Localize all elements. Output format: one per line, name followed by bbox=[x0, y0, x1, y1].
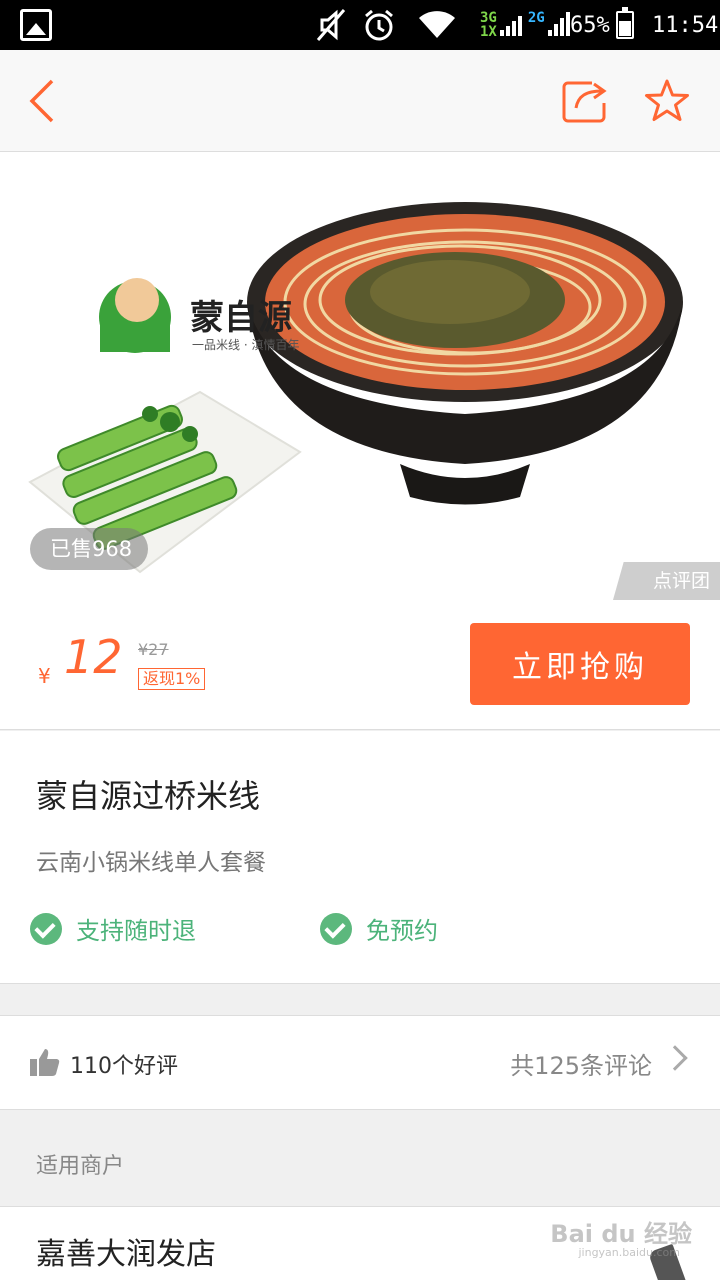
back-button[interactable] bbox=[18, 76, 68, 126]
brand-slogan: 一品米线 · 滇情百年 bbox=[192, 338, 300, 352]
nav-bar bbox=[0, 50, 720, 152]
battery-icon bbox=[615, 7, 634, 39]
battery-percent: 65% bbox=[570, 12, 610, 38]
feature-label: 支持随时退 bbox=[76, 917, 196, 945]
baidu-jingyan-url: jingyan.baidu.com bbox=[578, 1246, 680, 1259]
battery-indicator: 65% bbox=[570, 0, 634, 50]
sold-count-badge: 已售968 bbox=[30, 528, 149, 570]
check-circle-icon bbox=[320, 912, 352, 945]
product-subtitle: 云南小锅米线单人套餐 bbox=[36, 850, 266, 876]
check-circle-icon bbox=[30, 912, 62, 945]
star-icon bbox=[645, 79, 689, 121]
feature-label: 免预约 bbox=[366, 917, 438, 945]
mute-icon bbox=[316, 0, 346, 50]
dianping-watermark: 点评团 bbox=[612, 562, 720, 600]
original-price: ¥27 bbox=[138, 640, 169, 659]
baidu-jingyan-watermark: Bai du 经验 bbox=[550, 1220, 692, 1248]
alarm-icon bbox=[362, 0, 396, 50]
price-row: ¥ 12 ¥27 返现1% 立即抢购 bbox=[0, 600, 720, 730]
merchant-name: 嘉善大润发店 bbox=[36, 1237, 216, 1272]
thumbs-up-icon bbox=[30, 1049, 60, 1076]
share-button[interactable] bbox=[560, 76, 610, 126]
clock: 11:54 bbox=[652, 12, 719, 38]
rebate-badge: 返现1% bbox=[138, 668, 206, 690]
chevron-right-icon bbox=[662, 1045, 688, 1071]
buy-now-button[interactable]: 立即抢购 bbox=[470, 623, 690, 705]
feature-refund: 支持随时退 bbox=[30, 911, 196, 946]
network-bottom-label: 1X bbox=[480, 24, 497, 40]
favorite-button[interactable] bbox=[642, 76, 692, 126]
currency-symbol: ¥ bbox=[38, 664, 51, 688]
brand-name: 蒙自源 bbox=[190, 298, 292, 338]
current-price: 12 bbox=[64, 630, 123, 684]
gallery-icon bbox=[20, 9, 52, 41]
good-review-count: 110个好评 bbox=[70, 1054, 178, 1079]
share-icon bbox=[562, 81, 607, 123]
product-image[interactable]: 蒙自源 一品米线 · 滇情百年 已售968 点评团 bbox=[0, 152, 720, 600]
total-review-count: 共125条评论 bbox=[510, 1052, 652, 1080]
network-2g-label: 2G bbox=[527, 10, 545, 26]
signal-icon: 3G 1X 2G bbox=[480, 0, 570, 50]
network-top-label: 3G bbox=[480, 10, 497, 26]
reviews-row[interactable]: 110个好评 共125条评论 bbox=[0, 1015, 720, 1110]
merchant-section-label: 适用商户 bbox=[36, 1154, 125, 1179]
feature-no-reservation: 免预约 bbox=[320, 911, 438, 946]
status-bar: 3G 1X 2G 65% 11:54 bbox=[0, 0, 720, 50]
product-info: 蒙自源过桥米线 云南小锅米线单人套餐 支持随时退 免预约 bbox=[0, 731, 720, 984]
product-title: 蒙自源过桥米线 bbox=[36, 777, 261, 815]
back-icon bbox=[29, 79, 54, 123]
wifi-icon bbox=[416, 0, 458, 50]
